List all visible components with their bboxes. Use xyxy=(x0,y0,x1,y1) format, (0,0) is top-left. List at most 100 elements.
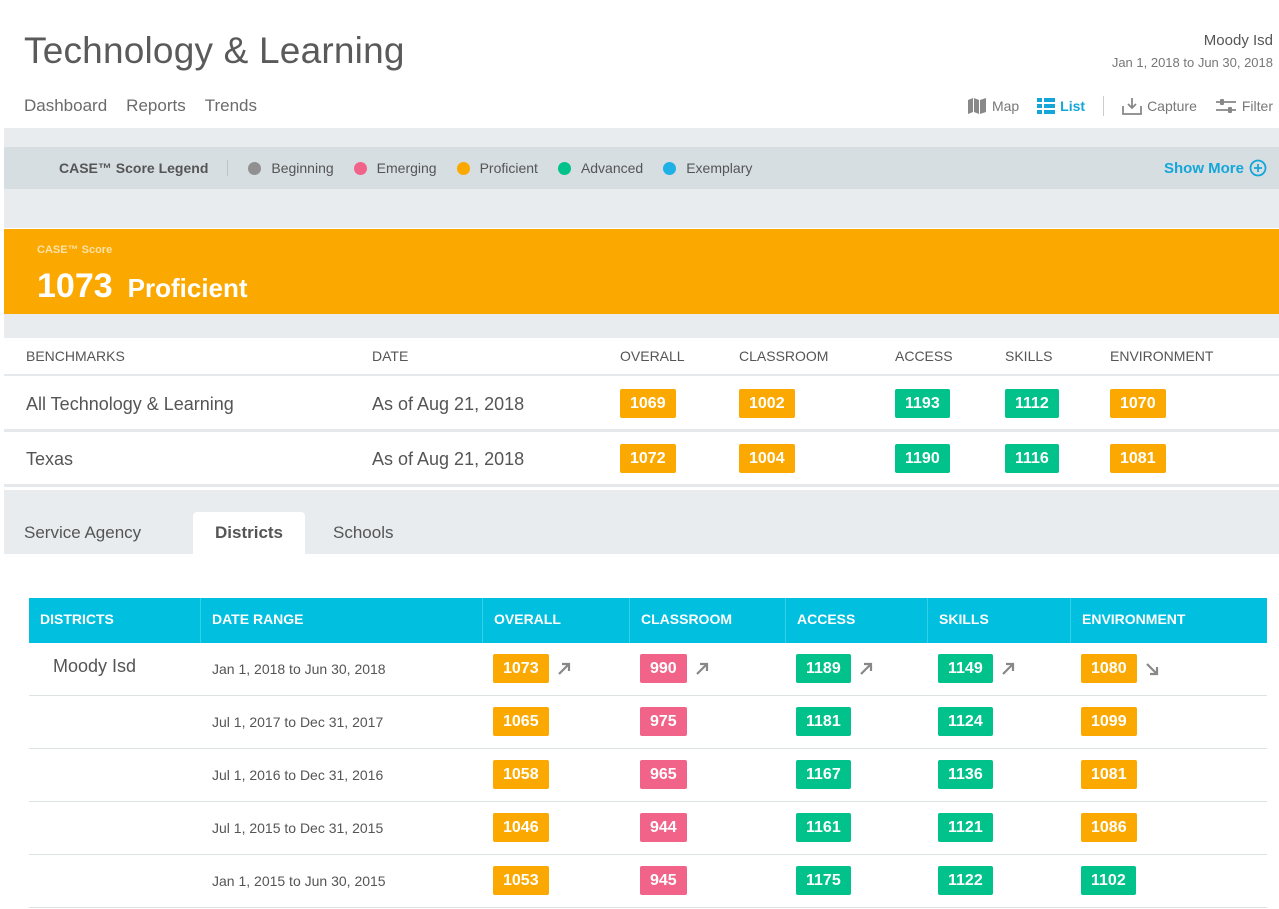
skills-cell: 1136 xyxy=(938,760,993,789)
environment-score-badge: 1086 xyxy=(1081,813,1137,842)
skills-score-badge: 1124 xyxy=(938,707,993,736)
district-name: Moody Isd xyxy=(53,656,137,676)
col-date-range[interactable]: DATE RANGE xyxy=(201,598,483,643)
access-cell: 1189 xyxy=(796,654,873,683)
access-cell: 1181 xyxy=(796,707,851,736)
col-skills[interactable]: SKILLS xyxy=(928,598,1071,643)
date-range: Jul 1, 2016 to Dec 31, 2016 xyxy=(212,767,384,783)
legend-item-emerging: Emerging xyxy=(353,160,437,176)
download-icon xyxy=(1122,98,1142,115)
access-score-badge: 1189 xyxy=(796,654,851,683)
classroom-score-badge: 945 xyxy=(640,866,687,895)
score-level: Proficient xyxy=(127,273,248,303)
filter-label: Filter xyxy=(1241,98,1273,114)
nav-reports[interactable]: Reports xyxy=(126,96,186,116)
col-access: ACCESS xyxy=(895,348,953,364)
district-row: Moody Isd Jan 1, 2018 to Jun 30, 2018 1073… xyxy=(29,643,1267,696)
col-benchmarks: BENCHMARKS xyxy=(26,348,125,364)
capture-button[interactable]: Capture xyxy=(1122,97,1197,115)
skills-cell: 1122 xyxy=(938,866,993,895)
overall-cell: 1046 xyxy=(493,813,549,842)
overall-cell: 1058 xyxy=(493,760,549,789)
col-classroom: CLASSROOM xyxy=(739,348,829,364)
environment-cell: 1086 xyxy=(1081,813,1137,842)
proficient-dot-icon xyxy=(456,161,470,175)
overall-score-badge: 1058 xyxy=(493,760,549,789)
org-name: Moody Isd xyxy=(1203,32,1273,49)
classroom-score-badge: 944 xyxy=(640,813,687,842)
sliders-icon xyxy=(1215,99,1236,113)
access-score-badge: 1175 xyxy=(796,866,851,895)
col-overall[interactable]: OVERALL xyxy=(483,598,630,643)
overall-score-badge: 1053 xyxy=(493,866,549,895)
overall-cell: 1053 xyxy=(493,866,549,895)
skills-score-badge: 1116 xyxy=(1005,444,1059,473)
nav-dashboard[interactable]: Dashboard xyxy=(24,96,107,116)
legend-title: CASE™ Score Legend xyxy=(59,160,229,176)
access-score-badge: 1181 xyxy=(796,707,851,736)
beginning-dot-icon xyxy=(248,161,262,175)
nav-trends[interactable]: Trends xyxy=(205,96,257,116)
trend-up-icon xyxy=(557,663,570,676)
app-header: Technology & Learning Moody Isd Jan 1, 2… xyxy=(0,0,1279,128)
benchmarks-table: BENCHMARKS DATE OVERALL CLASSROOM ACCESS… xyxy=(4,338,1279,490)
benchmark-name: Texas xyxy=(26,449,74,469)
case-score-banner: CASE™ Score 1073 Proficient xyxy=(4,229,1279,314)
tab-bar: Service Agency Districts Schools xyxy=(4,490,1279,554)
overall-score-badge: 1073 xyxy=(493,654,549,683)
classroom-cell: 945 xyxy=(640,866,687,895)
map-icon xyxy=(967,98,986,114)
environment-score-badge: 1070 xyxy=(1110,389,1166,418)
col-environment: ENVIRONMENT xyxy=(1110,348,1214,364)
tab-service-agency[interactable]: Service Agency xyxy=(24,512,141,554)
spacer-band xyxy=(4,314,1279,338)
environment-cell: 1081 xyxy=(1081,760,1137,789)
access-score-badge: 1161 xyxy=(796,813,851,842)
legend-label: Exemplary xyxy=(686,160,753,176)
show-more-label: Show More xyxy=(1163,159,1244,177)
map-view-button[interactable]: Map xyxy=(967,98,1019,114)
show-more-button[interactable]: Show More xyxy=(1164,159,1267,177)
legend-item-proficient: Proficient xyxy=(456,160,538,176)
col-skills: SKILLS xyxy=(1005,348,1053,364)
district-row: Jul 1, 2016 to Dec 31, 2016 1058 965 1167 11… xyxy=(29,749,1267,802)
classroom-score-badge: 965 xyxy=(640,760,687,789)
classroom-cell: 975 xyxy=(640,707,687,736)
col-date: DATE xyxy=(372,348,409,364)
date-range: Jul 1, 2015 to Dec 31, 2015 xyxy=(212,820,384,836)
environment-score-badge: 1081 xyxy=(1081,760,1137,789)
environment-cell: 1099 xyxy=(1081,707,1137,736)
district-row: Jul 1, 2015 to Dec 31, 2015 1046 944 1161 11… xyxy=(29,802,1267,855)
classroom-cell: 990 xyxy=(640,654,709,683)
col-districts[interactable]: DISTRICTS xyxy=(29,598,201,643)
access-cell: 1167 xyxy=(796,760,851,789)
district-row: Jul 1, 2017 to Dec 31, 2017 1065 975 1181 11… xyxy=(29,696,1267,749)
date-range: Jan 1, 2015 to Jun 30, 2015 xyxy=(212,873,386,889)
list-label: List xyxy=(1060,98,1086,114)
date-range: Jul 1, 2017 to Dec 31, 2017 xyxy=(212,714,384,730)
capture-label: Capture xyxy=(1147,98,1197,114)
emerging-dot-icon xyxy=(353,161,367,175)
benchmark-name: All Technology & Learning xyxy=(26,394,234,414)
trend-up-icon xyxy=(1001,663,1014,676)
col-environment[interactable]: ENVIRONMENT xyxy=(1071,598,1267,643)
list-view-button[interactable]: List xyxy=(1037,98,1085,114)
environment-score-badge: 1080 xyxy=(1081,654,1137,683)
classroom-score-badge: 990 xyxy=(640,654,687,683)
col-access[interactable]: ACCESS xyxy=(786,598,928,643)
environment-score-badge: 1102 xyxy=(1081,866,1136,895)
access-score-badge: 1190 xyxy=(895,444,950,473)
score-line: 1073 Proficient xyxy=(37,267,248,306)
skills-score-badge: 1149 xyxy=(938,654,993,683)
classroom-score-badge: 1002 xyxy=(739,389,795,418)
tab-schools[interactable]: Schools xyxy=(333,512,393,554)
legend-label: Advanced xyxy=(580,160,644,176)
score-value: 1073 xyxy=(37,267,113,305)
access-cell: 1175 xyxy=(796,866,851,895)
filter-button[interactable]: Filter xyxy=(1215,97,1273,115)
tab-districts[interactable]: Districts xyxy=(193,512,305,554)
overall-cell: 1073 xyxy=(493,654,571,683)
environment-cell: 1102 xyxy=(1081,866,1136,895)
col-classroom[interactable]: CLASSROOM xyxy=(630,598,786,643)
overall-score-badge: 1046 xyxy=(493,813,549,842)
